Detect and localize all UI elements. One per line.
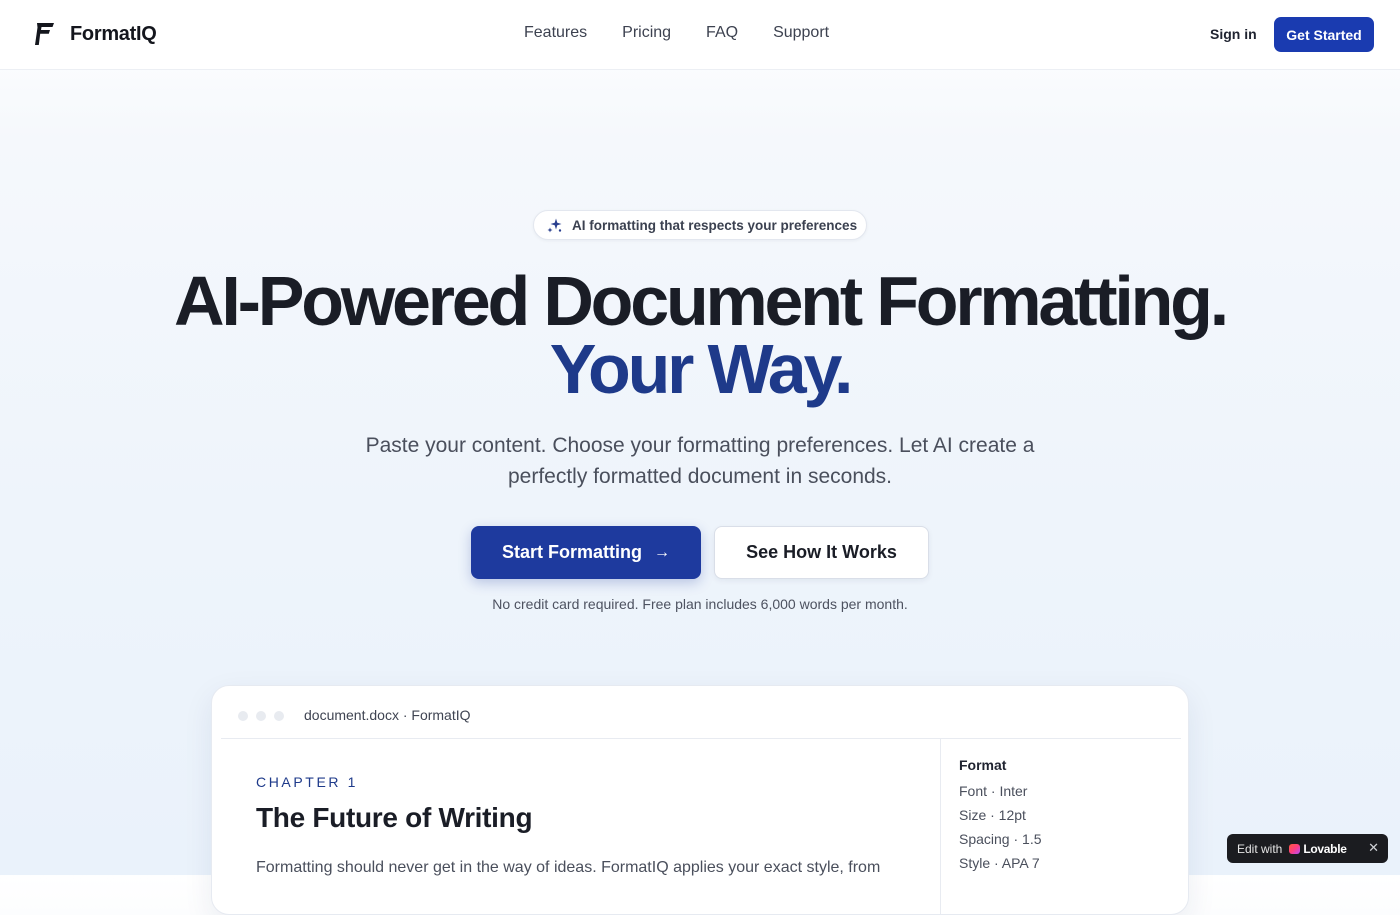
nav-link-pricing[interactable]: Pricing xyxy=(622,24,671,42)
window-titlebar: document.docx · FormatIQ xyxy=(212,686,1188,739)
brand-name: FormatIQ xyxy=(70,22,157,45)
pricing-note: No credit card required. Free plan inclu… xyxy=(492,596,908,612)
hero-subheadline: Paste your content. Choose your formatti… xyxy=(365,434,1035,488)
start-formatting-label: Start Formatting xyxy=(501,542,642,562)
feature-pill: AI formatting that respects your prefere… xyxy=(533,210,867,240)
sign-in-link[interactable]: Sign in xyxy=(1210,26,1257,42)
see-how-it-works-button[interactable]: See How It Works xyxy=(714,526,929,579)
badge-brand: Lovable xyxy=(1303,841,1347,856)
feature-pill-text: AI formatting that respects your prefere… xyxy=(572,217,858,233)
start-formatting-button[interactable]: Start Formatting → xyxy=(471,526,701,579)
lovable-heart-icon xyxy=(1289,843,1301,854)
formatiq-logo-icon xyxy=(35,23,54,45)
edit-with-lovable-badge[interactable]: Edit with Lovable ✕ xyxy=(1227,834,1388,863)
format-row-size: Size · 12pt xyxy=(959,807,1026,823)
window-title: document.docx · FormatIQ xyxy=(304,707,471,723)
format-panel-heading: Format xyxy=(959,757,1007,773)
format-row-font: Font · Inter xyxy=(959,783,1028,799)
document-preview-card: document.docx · FormatIQ CHAPTER 1 The F… xyxy=(211,685,1189,915)
get-started-button[interactable]: Get Started xyxy=(1274,17,1374,52)
chapter-label: CHAPTER 1 xyxy=(256,774,358,790)
nav-link-faq[interactable]: FAQ xyxy=(706,24,738,42)
close-icon[interactable]: ✕ xyxy=(1368,840,1379,856)
document-content: CHAPTER 1 The Future of Writing Formatti… xyxy=(256,774,896,880)
format-panel: Format Font · Inter Size · 12pt Spacing … xyxy=(940,739,1181,914)
main-nav: Features Pricing FAQ Support xyxy=(524,24,829,42)
format-row-style: Style · APA 7 xyxy=(959,855,1040,871)
nav-link-support[interactable]: Support xyxy=(773,24,829,42)
format-row-spacing: Spacing · 1.5 xyxy=(959,831,1042,847)
brand-logo[interactable]: FormatIQ xyxy=(34,21,157,47)
document-title: The Future of Writing xyxy=(256,802,533,833)
window-dot-icon xyxy=(274,711,284,721)
document-body: Formatting should never get in the way o… xyxy=(256,859,881,876)
sparkles-icon xyxy=(547,218,562,232)
nav-link-features[interactable]: Features xyxy=(524,24,587,42)
arrow-right-icon: → xyxy=(654,543,670,561)
hero-headline-accent: Your Way. xyxy=(549,330,854,408)
badge-edit-label: Edit with xyxy=(1237,841,1283,856)
window-dot-icon xyxy=(238,711,248,721)
top-navbar: FormatIQ Features Pricing FAQ Support Si… xyxy=(0,0,1400,70)
window-dot-icon xyxy=(256,711,266,721)
hero-headline: AI-Powered Document Formatting. xyxy=(174,262,1229,340)
